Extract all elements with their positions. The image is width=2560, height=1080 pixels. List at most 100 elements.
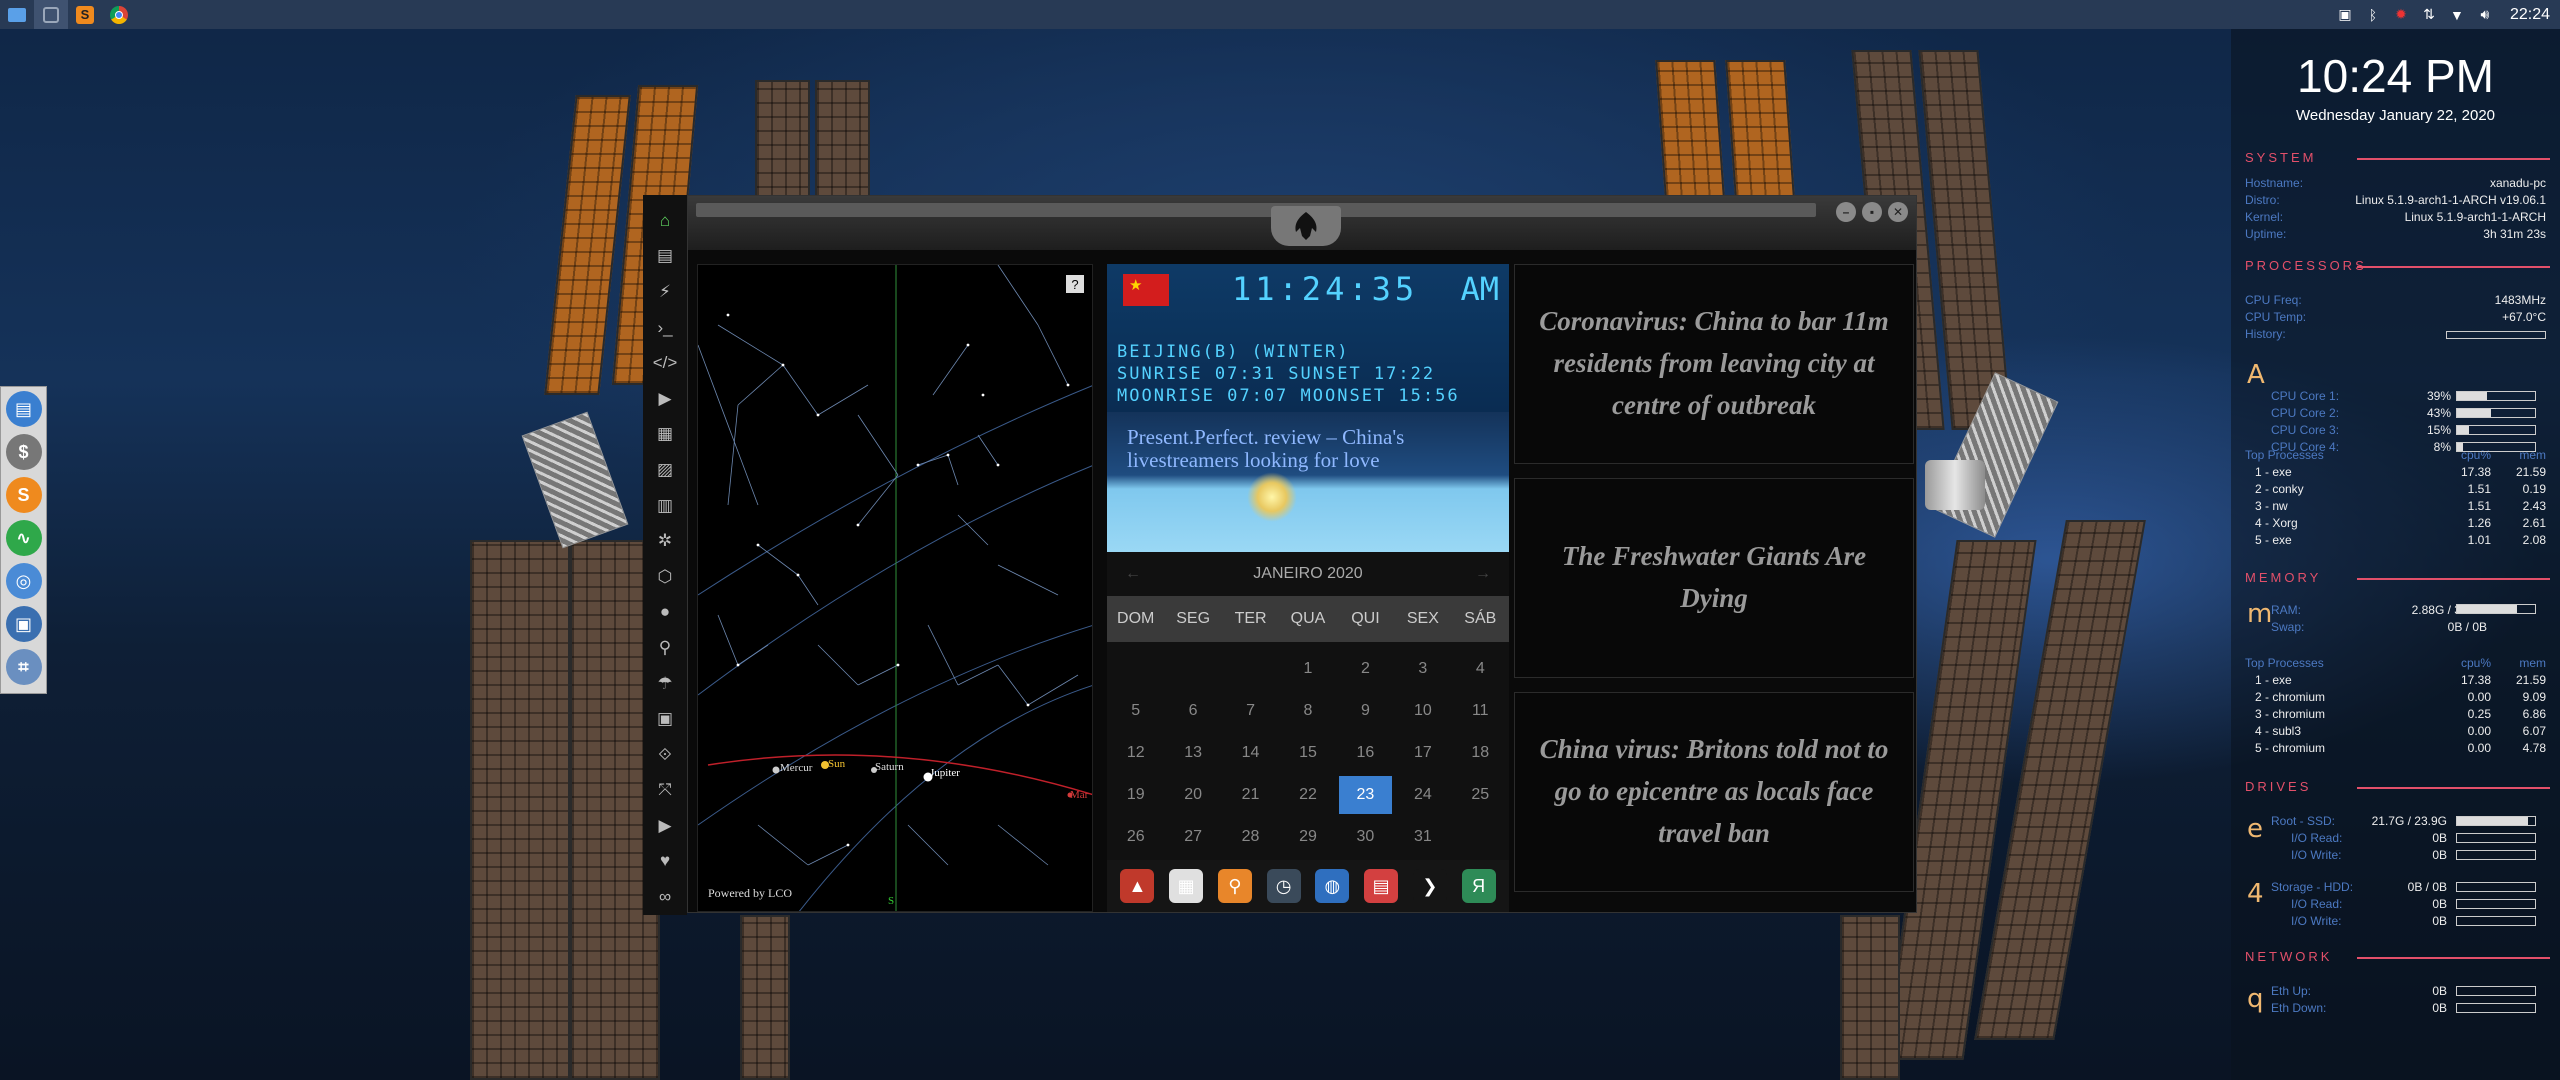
featured-news-caption[interactable]: Present.Perfect. review – China's livest… bbox=[1127, 425, 1487, 472]
calendar-day[interactable]: 20 bbox=[1164, 786, 1221, 804]
label: CPU Temp: bbox=[2245, 310, 2307, 324]
news-headline[interactable]: Coronavirus: China to bar 11m residents … bbox=[1535, 301, 1893, 427]
news-icon[interactable]: ▥ bbox=[653, 488, 677, 524]
planet-label-jupiter: Jupiter bbox=[930, 767, 960, 779]
code-icon[interactable]: </> bbox=[653, 345, 678, 381]
dock-item[interactable]: ∿ bbox=[5, 520, 42, 556]
calendar-day[interactable]: 26 bbox=[1107, 828, 1164, 846]
calendar-day[interactable]: 14 bbox=[1222, 744, 1279, 762]
calendar-day[interactable]: 9 bbox=[1337, 702, 1394, 720]
close-button[interactable]: ✕ bbox=[1888, 202, 1908, 222]
window-titlebar[interactable]: – ▪ ✕ bbox=[688, 196, 1916, 250]
volume-icon[interactable]: 🔊︎ bbox=[2476, 6, 2494, 24]
constellation-line bbox=[797, 574, 819, 606]
schedule-app-icon[interactable]: ▤ bbox=[1364, 869, 1399, 903]
news-headline[interactable]: The Freshwater Giants Are Dying bbox=[1535, 536, 1893, 620]
news-card[interactable]: The Freshwater Giants Are Dying bbox=[1514, 478, 1914, 678]
contact-icon[interactable]: ▣ bbox=[653, 701, 677, 737]
link-icon[interactable]: ∞ bbox=[653, 879, 677, 915]
settings-icon[interactable]: ✲ bbox=[653, 523, 677, 559]
dock-item[interactable]: ▤ bbox=[5, 391, 42, 427]
news-card[interactable]: Coronavirus: China to bar 11m residents … bbox=[1514, 264, 1914, 464]
dock-item[interactable]: ◎ bbox=[5, 563, 42, 599]
expand-icon[interactable]: ⤧ bbox=[653, 773, 677, 809]
calendar-day[interactable]: 7 bbox=[1222, 702, 1279, 720]
calendar-day[interactable]: 3 bbox=[1394, 660, 1451, 678]
calendar-next-button[interactable]: → bbox=[1475, 565, 1491, 583]
calendar-day[interactable]: 2 bbox=[1337, 660, 1394, 678]
globe-app-icon[interactable]: ◍ bbox=[1315, 869, 1350, 903]
umbrella-icon[interactable]: ☂ bbox=[653, 666, 677, 702]
dock-item[interactable]: S bbox=[5, 477, 42, 513]
address-bar[interactable] bbox=[696, 203, 1816, 217]
arrow-app-icon[interactable]: ❯ bbox=[1412, 869, 1447, 903]
calendar-day[interactable]: 27 bbox=[1164, 828, 1221, 846]
calendar-day[interactable]: 5 bbox=[1107, 702, 1164, 720]
calendar-day[interactable]: 18 bbox=[1452, 744, 1509, 762]
terminal-icon[interactable]: ›_ bbox=[653, 310, 677, 346]
calendar-day[interactable]: 1 bbox=[1279, 660, 1336, 678]
calendar-day[interactable]: 23 bbox=[1337, 776, 1394, 814]
maximize-button[interactable]: ▪ bbox=[1862, 202, 1882, 222]
world-clock[interactable]: ★ 11:24:35 AM BEIJING(B) (WINTER) SUNRIS… bbox=[1107, 264, 1509, 412]
sky-map[interactable]: ? Powered by LCO Mercur Sun Saturn Jupit… bbox=[697, 264, 1093, 912]
calendar-prev-button[interactable]: ← bbox=[1125, 565, 1141, 583]
panel-clock[interactable]: 22:24 bbox=[2510, 6, 2550, 24]
calendar-app-icon[interactable]: ▦ bbox=[1169, 869, 1204, 903]
app-launcher[interactable] bbox=[34, 0, 68, 29]
play-icon[interactable]: ▶ bbox=[653, 381, 677, 417]
globe-icon[interactable]: ● bbox=[653, 595, 677, 631]
image-icon[interactable]: ▨ bbox=[653, 452, 677, 488]
sublime-launcher[interactable]: S bbox=[68, 0, 102, 29]
calendar-day[interactable]: 22 bbox=[1279, 786, 1336, 804]
news-headline[interactable]: China virus: Britons told not to go to e… bbox=[1535, 729, 1893, 855]
dock-item[interactable]: $ bbox=[5, 434, 42, 470]
calendar-day[interactable]: 19 bbox=[1107, 786, 1164, 804]
network-icon[interactable]: ⇅ bbox=[2420, 6, 2438, 24]
calendar-day[interactable]: 15 bbox=[1279, 744, 1336, 762]
featured-news-image[interactable]: Present.Perfect. review – China's livest… bbox=[1107, 412, 1509, 552]
powered-by-label[interactable]: Powered by LCO bbox=[708, 886, 792, 901]
calendar-day[interactable]: 30 bbox=[1337, 828, 1394, 846]
file-icon[interactable]: ▤ bbox=[653, 239, 677, 275]
heart-icon[interactable]: ♥ bbox=[653, 844, 677, 880]
search-app-icon[interactable]: ⚲ bbox=[1217, 869, 1252, 903]
home-icon[interactable]: ⌂ bbox=[653, 203, 677, 239]
news-card[interactable]: China virus: Britons told not to go to e… bbox=[1514, 692, 1914, 892]
calendar-day[interactable]: 12 bbox=[1107, 744, 1164, 762]
calendar-day[interactable]: 16 bbox=[1337, 744, 1394, 762]
files-launcher[interactable] bbox=[0, 0, 34, 29]
clock-app-icon[interactable]: ◷ bbox=[1266, 869, 1301, 903]
dock-item[interactable]: ⌗ bbox=[5, 649, 42, 685]
youtube-icon[interactable]: ▶ bbox=[653, 808, 677, 844]
screen-icon[interactable]: ▣ bbox=[2336, 6, 2354, 24]
calendar-day[interactable]: 25 bbox=[1452, 786, 1509, 804]
calendar-day[interactable]: 24 bbox=[1394, 786, 1451, 804]
calendar-day[interactable]: 31 bbox=[1394, 828, 1451, 846]
calendar-day[interactable]: 21 bbox=[1222, 786, 1279, 804]
yandex-app-icon[interactable]: Я bbox=[1461, 869, 1496, 903]
bluetooth-icon[interactable]: ᛒ bbox=[2364, 6, 2382, 24]
bolt-icon[interactable]: ⚡ bbox=[653, 274, 677, 310]
calendar-day[interactable]: 6 bbox=[1164, 702, 1221, 720]
bug-icon[interactable]: ✹ bbox=[2392, 6, 2410, 24]
dock-item[interactable]: ▣ bbox=[5, 606, 42, 642]
chrome-launcher[interactable] bbox=[102, 0, 136, 29]
calendar-day[interactable]: 11 bbox=[1452, 702, 1509, 720]
calendar-day[interactable]: 28 bbox=[1222, 828, 1279, 846]
calendar-day[interactable]: 4 bbox=[1452, 660, 1509, 678]
tag-icon[interactable]: ⟐ bbox=[653, 737, 677, 773]
minimize-button[interactable]: – bbox=[1836, 202, 1856, 222]
triangle-app-icon[interactable]: ▲ bbox=[1120, 869, 1155, 903]
weekday-label: SEG bbox=[1176, 610, 1211, 627]
calendar-day[interactable]: 8 bbox=[1279, 702, 1336, 720]
help-button[interactable]: ? bbox=[1066, 275, 1084, 293]
wifi-icon[interactable]: ▼ bbox=[2448, 6, 2466, 24]
calendar-day[interactable]: 17 bbox=[1394, 744, 1451, 762]
document-icon[interactable]: ▦ bbox=[653, 417, 677, 453]
search-icon[interactable]: ⚲ bbox=[653, 630, 677, 666]
calendar-day[interactable]: 29 bbox=[1279, 828, 1336, 846]
calendar-day[interactable]: 10 bbox=[1394, 702, 1451, 720]
hexagon-icon[interactable]: ⬡ bbox=[653, 559, 677, 595]
calendar-day[interactable]: 13 bbox=[1164, 744, 1221, 762]
